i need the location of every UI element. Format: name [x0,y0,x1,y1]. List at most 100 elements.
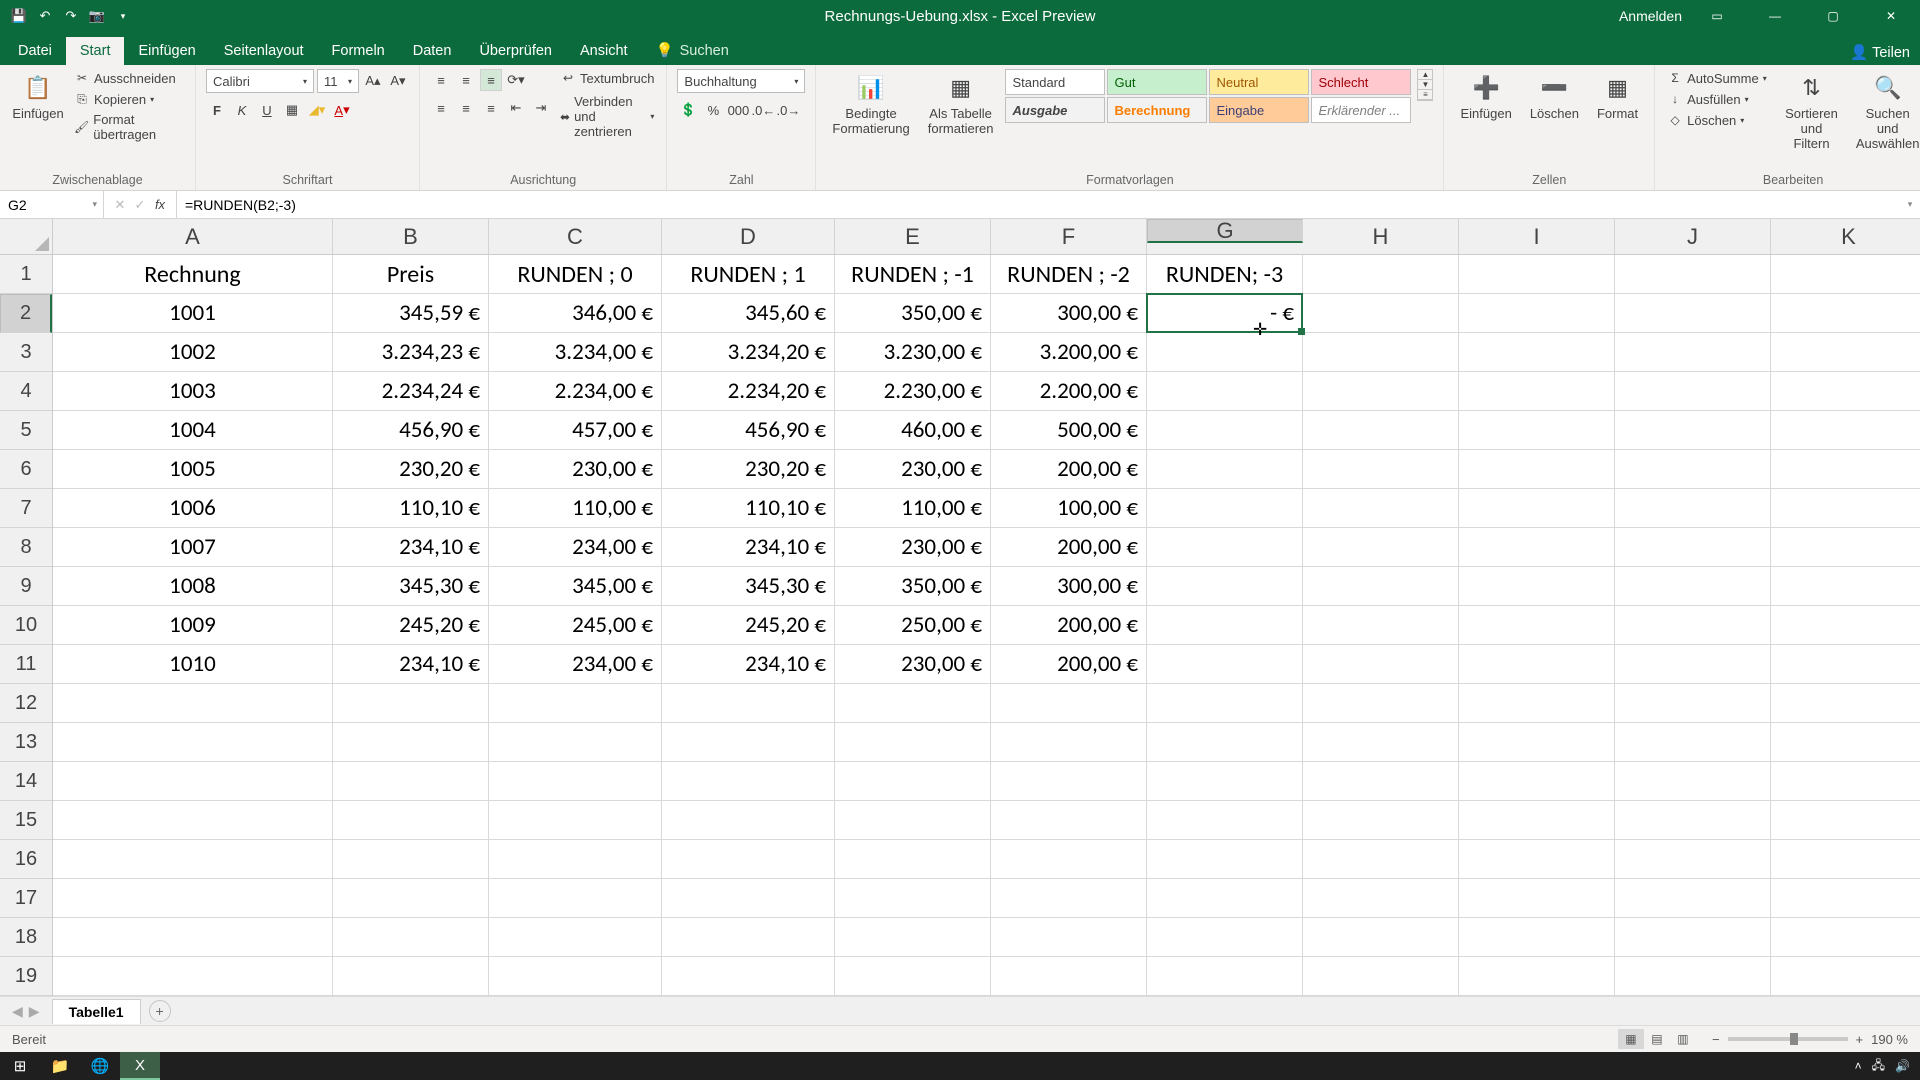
cell[interactable]: 460,00 € [835,411,991,450]
tab-file[interactable]: Datei [4,37,66,65]
row-header[interactable]: 18 [0,918,52,957]
cell[interactable] [1459,489,1615,528]
comma-icon[interactable]: 000 [727,99,749,121]
cell[interactable]: 200,00 € [991,645,1147,684]
row-header[interactable]: 13 [0,723,52,762]
cell[interactable]: 200,00 € [991,528,1147,567]
row-header[interactable]: 7 [0,489,52,528]
cell[interactable] [835,918,991,957]
tab-formulas[interactable]: Formeln [318,37,399,65]
cell[interactable]: 2.234,00 € [489,372,662,411]
align-right-icon[interactable]: ≡ [480,97,502,119]
cell[interactable]: 2.234,20 € [662,372,835,411]
row-header[interactable]: 1 [0,255,52,294]
cell[interactable] [1303,684,1459,723]
save-icon[interactable]: 💾 [10,7,28,25]
cell[interactable]: 1003 [53,372,333,411]
cell[interactable] [333,723,489,762]
cell[interactable] [1459,762,1615,801]
cell[interactable] [489,723,662,762]
fill-button[interactable]: ↓Ausfüllen ▾ [1665,90,1769,108]
cell[interactable] [1771,879,1920,918]
delete-cells-button[interactable]: ➖Löschen [1524,69,1585,124]
cell[interactable]: RUNDEN ; 1 [662,255,835,294]
fx-icon[interactable]: fx [152,197,168,212]
cell[interactable] [1615,528,1771,567]
cell[interactable]: 110,10 € [333,489,489,528]
cell[interactable] [835,762,991,801]
ribbon-display-icon[interactable]: ▭ [1694,0,1740,32]
cell[interactable] [1771,723,1920,762]
cell[interactable] [1615,840,1771,879]
cell[interactable] [1459,372,1615,411]
cell[interactable] [53,801,333,840]
cell[interactable] [53,723,333,762]
cell[interactable] [1147,489,1303,528]
row-header[interactable]: 10 [0,606,52,645]
font-color-icon[interactable]: A▾ [331,99,353,121]
cell[interactable] [489,918,662,957]
cell[interactable] [991,918,1147,957]
cell[interactable]: 3.200,00 € [991,333,1147,372]
cell[interactable] [1459,255,1615,294]
cell[interactable]: 350,00 € [835,567,991,606]
paste-button[interactable]: 📋 Einfügen [10,69,66,124]
cell[interactable] [489,840,662,879]
undo-icon[interactable]: ↶ [36,7,54,25]
cell[interactable] [1615,684,1771,723]
cell[interactable] [1459,450,1615,489]
cell[interactable] [1615,294,1771,333]
cell[interactable] [1459,957,1615,996]
cell[interactable]: 350,00 € [835,294,991,333]
percent-icon[interactable]: % [702,99,724,121]
cell[interactable] [1303,567,1459,606]
cell[interactable] [991,840,1147,879]
cell[interactable] [489,879,662,918]
align-middle-icon[interactable]: ≡ [455,69,477,91]
cell[interactable] [1771,450,1920,489]
cell[interactable] [662,840,835,879]
underline-icon[interactable]: U [256,99,278,121]
cell[interactable]: 1006 [53,489,333,528]
merge-center-button[interactable]: ⬌Verbinden und zentrieren ▾ [558,93,656,140]
qat-more-icon[interactable]: ▾ [114,7,132,25]
cell[interactable] [1303,450,1459,489]
cell[interactable]: 2.234,24 € [333,372,489,411]
column-header[interactable]: A [53,219,333,254]
cell[interactable] [1771,684,1920,723]
cell[interactable] [1303,918,1459,957]
cell[interactable] [1303,645,1459,684]
cell[interactable]: 345,30 € [333,567,489,606]
style-standard[interactable]: Standard [1005,69,1105,95]
column-header[interactable]: G [1147,219,1303,243]
cell[interactable] [1771,762,1920,801]
cell[interactable] [1147,723,1303,762]
cell[interactable]: 500,00 € [991,411,1147,450]
row-header[interactable]: 2 [0,294,52,333]
wrap-text-button[interactable]: ↩Textumbruch [558,69,656,87]
dec-decimal-icon[interactable]: .0→ [777,99,799,121]
tab-nav-next-icon[interactable]: ▶ [29,1003,40,1020]
cell[interactable] [1615,606,1771,645]
cell[interactable] [1615,450,1771,489]
cell[interactable] [1303,294,1459,333]
row-header[interactable]: 15 [0,801,52,840]
decrease-font-icon[interactable]: A▾ [387,70,409,92]
cell[interactable]: 345,59 € [333,294,489,333]
cell[interactable]: 1001 [53,294,333,333]
view-pagelayout-icon[interactable]: ▤ [1644,1029,1670,1049]
insert-cells-button[interactable]: ➕Einfügen [1454,69,1517,124]
cell[interactable] [1615,723,1771,762]
cells-area[interactable]: RechnungPreisRUNDEN ; 0RUNDEN ; 1RUNDEN … [53,255,1920,1035]
column-header[interactable]: D [662,219,835,254]
cell[interactable] [1147,372,1303,411]
cell-styles-gallery[interactable]: Standard Gut Neutral Schlecht Ausgabe Be… [1005,69,1411,123]
cell[interactable] [1459,918,1615,957]
cell[interactable] [333,684,489,723]
style-ausgabe[interactable]: Ausgabe [1005,97,1105,123]
tab-nav-prev-icon[interactable]: ◀ [12,1003,23,1020]
cell[interactable] [1147,957,1303,996]
cell[interactable]: - € [1147,294,1303,333]
indent-dec-icon[interactable]: ⇤ [505,97,527,119]
cell[interactable]: RUNDEN ; 0 [489,255,662,294]
